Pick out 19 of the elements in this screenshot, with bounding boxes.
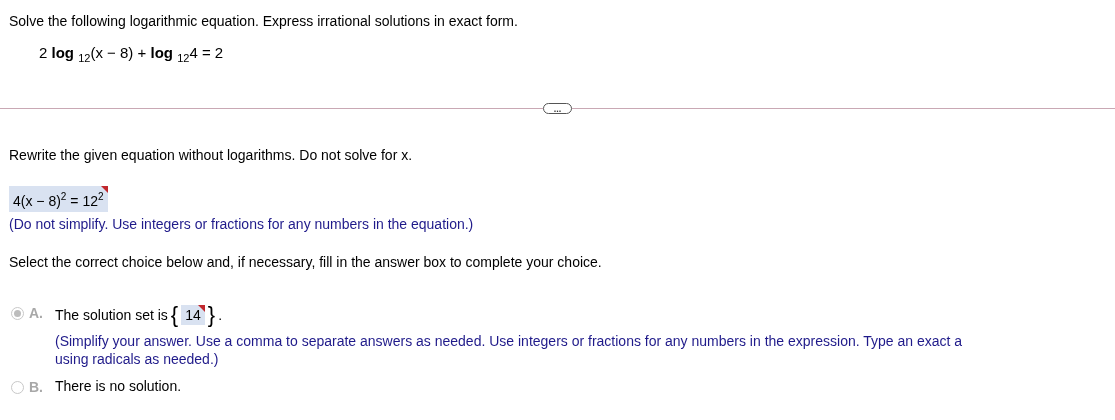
flag-icon [100,186,108,193]
choice-letter: B. [29,377,44,396]
choice-text: There is no solution. [55,377,182,394]
answer-box[interactable]: 4(x − 8)$^{2}$ = 12$^{2}$ [9,186,108,212]
choice-letter: A. [29,303,44,322]
brace-text: { [170,303,179,326]
choice-text: The solution set is [55,306,168,323]
equation: 2 log $_{12}$(x − 8) + log $_{12}$4 = 2 [39,44,225,64]
choice-prompt: Select the correct choice below and, if necessary, fill in the answer box to complete your choice. [9,252,603,271]
hint-text: using radicals as needed.) [55,349,220,368]
hint-text: (Do not simplify. Use integers or fractions for any numbers in the equation.) [9,214,475,233]
expand-button[interactable]: ... [542,103,573,114]
period-text: . [218,306,223,323]
answer-box[interactable]: 14 [181,304,205,325]
step-prompt: Rewrite the given equation without logarithms. Do not solve for x. [9,146,414,164]
instruction-text: Solve the following logarithmic equation. Express irrational solutions in exact form. [9,12,519,30]
brace-text: } [207,303,216,326]
hint-text: (Simplify your answer. Use a comma to separate answers as needed. Use integers or fractions for any numbers in the expression. Type an exact a [55,331,963,350]
flag-icon [197,304,205,312]
